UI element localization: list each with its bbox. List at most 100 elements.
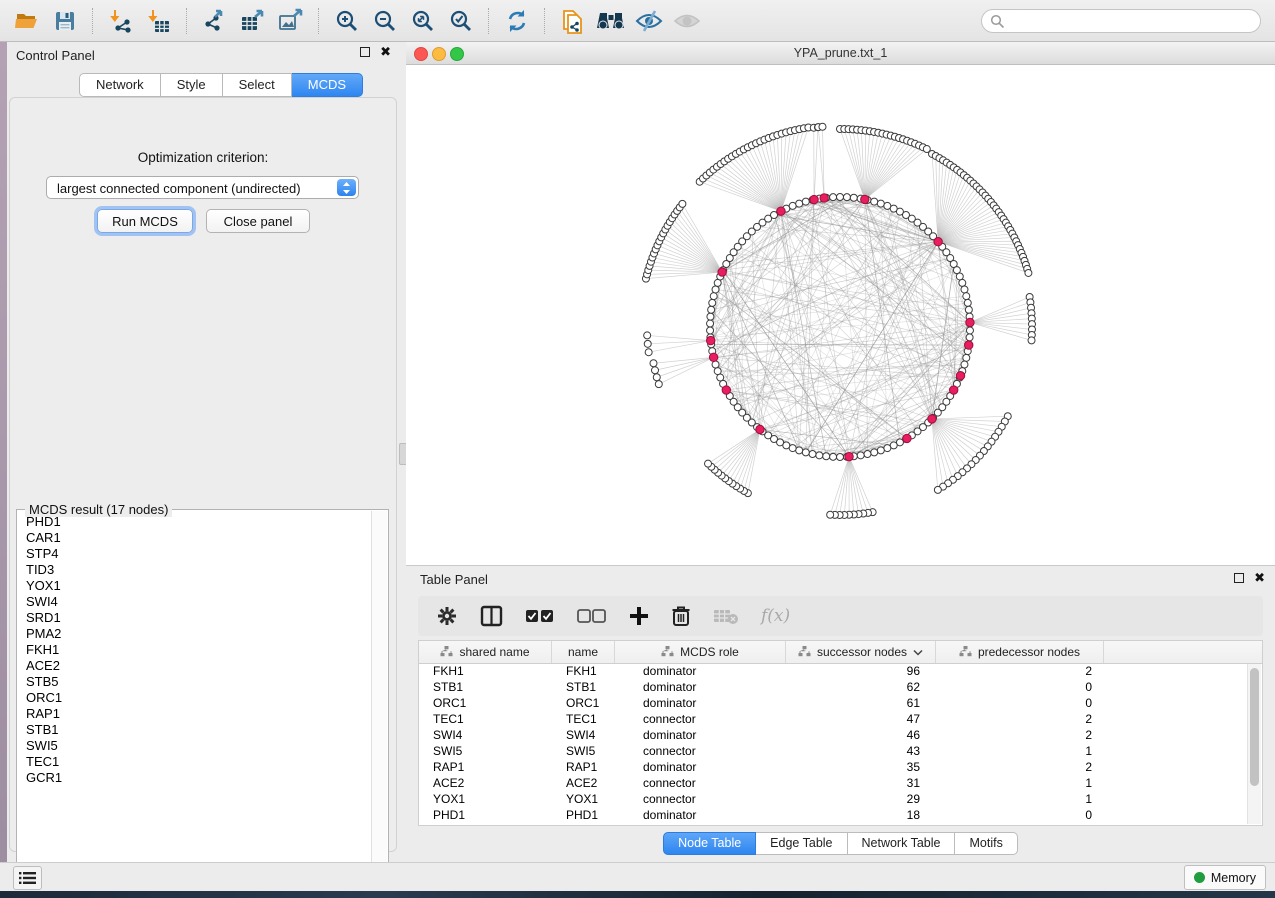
mcds-hub-node[interactable] [718, 268, 726, 276]
mcds-hub-node[interactable] [956, 371, 964, 379]
cell-predecessor-nodes[interactable]: 2 [936, 664, 1104, 678]
network-node[interactable] [827, 511, 834, 518]
network-node[interactable] [830, 194, 837, 201]
network-node[interactable] [959, 279, 966, 286]
network-node[interactable] [963, 354, 970, 361]
network-node[interactable] [843, 194, 850, 201]
network-node[interactable] [802, 449, 809, 456]
close-icon[interactable]: ✖ [380, 47, 391, 57]
cell-successor-nodes[interactable]: 61 [786, 696, 936, 710]
table-options-gear-icon[interactable] [436, 605, 458, 627]
import-table-button[interactable] [142, 5, 176, 37]
mcds-result-item[interactable]: STB5 [18, 674, 370, 690]
cell-successor-nodes[interactable]: 31 [786, 776, 936, 790]
cell-MCDS-role[interactable]: connector [615, 744, 786, 758]
table-row[interactable]: SWI5SWI5connector431 [419, 743, 1248, 759]
network-node[interactable] [707, 313, 714, 320]
table-row[interactable]: TEC1TEC1connector472 [419, 711, 1248, 727]
table-row[interactable]: RAP1RAP1dominator352 [419, 759, 1248, 775]
tab-select[interactable]: Select [223, 73, 292, 97]
cell-successor-nodes[interactable]: 47 [786, 712, 936, 726]
network-node[interactable] [802, 198, 809, 205]
cell-shared-name[interactable]: ACE2 [419, 776, 552, 790]
network-node[interactable] [963, 293, 970, 300]
zoom-in-button[interactable] [330, 5, 364, 37]
network-node[interactable] [871, 449, 878, 456]
network-node[interactable] [961, 286, 968, 293]
mcds-result-item[interactable]: SWI4 [18, 594, 370, 610]
import-network-button[interactable] [104, 5, 138, 37]
cell-shared-name[interactable]: SWI5 [419, 744, 552, 758]
cell-name[interactable]: ORC1 [552, 696, 615, 710]
delete-column-icon[interactable] [671, 605, 691, 627]
cell-name[interactable]: STB1 [552, 680, 615, 694]
duplicate-network-button[interactable] [556, 5, 590, 37]
cell-shared-name[interactable]: ORC1 [419, 696, 552, 710]
table-row[interactable]: YOX1YOX1connector291 [419, 791, 1248, 807]
cell-predecessor-nodes[interactable]: 2 [936, 712, 1104, 726]
mcds-result-item[interactable]: PMA2 [18, 626, 370, 642]
cell-predecessor-nodes[interactable]: 0 [936, 696, 1104, 710]
export-network-button[interactable] [198, 5, 232, 37]
cell-name[interactable]: FKH1 [552, 664, 615, 678]
network-node[interactable] [966, 327, 973, 334]
mcds-hub-node[interactable] [928, 415, 936, 423]
network-canvas[interactable] [406, 64, 1275, 565]
network-node[interactable] [964, 299, 971, 306]
tab-style[interactable]: Style [161, 73, 223, 97]
cell-shared-name[interactable]: STB1 [419, 680, 552, 694]
cell-name[interactable]: TEC1 [552, 712, 615, 726]
network-node[interactable] [864, 451, 871, 458]
cell-MCDS-role[interactable]: dominator [615, 728, 786, 742]
network-node[interactable] [655, 381, 662, 388]
network-node[interactable] [837, 454, 844, 461]
close-panel-button[interactable]: Close panel [206, 209, 310, 233]
cell-shared-name[interactable]: PHD1 [419, 808, 552, 822]
network-node[interactable] [816, 452, 823, 459]
export-table-button[interactable] [236, 5, 270, 37]
mcds-result-item[interactable]: PHD1 [18, 514, 370, 530]
cell-name[interactable]: ACE2 [552, 776, 615, 790]
network-node[interactable] [961, 361, 968, 368]
network-node[interactable] [679, 200, 686, 207]
float-window-icon[interactable] [1234, 573, 1244, 583]
network-node[interactable] [819, 123, 826, 130]
mcds-result-item[interactable]: ACE2 [18, 658, 370, 674]
zoom-out-button[interactable] [368, 5, 402, 37]
cell-successor-nodes[interactable]: 18 [786, 808, 936, 822]
network-node[interactable] [934, 486, 941, 493]
mcds-result-item[interactable]: GCR1 [18, 770, 370, 786]
tab-network[interactable]: Network [79, 73, 161, 97]
cell-shared-name[interactable]: TEC1 [419, 712, 552, 726]
select-all-icon[interactable] [525, 608, 555, 624]
network-node[interactable] [965, 306, 972, 313]
network-node[interactable] [714, 368, 721, 375]
cell-name[interactable]: SWI4 [552, 728, 615, 742]
cell-shared-name[interactable]: FKH1 [419, 664, 552, 678]
cell-name[interactable]: YOX1 [552, 792, 615, 806]
network-node[interactable] [1025, 269, 1032, 276]
mcds-hub-node[interactable] [903, 434, 911, 442]
tab-motifs[interactable]: Motifs [955, 832, 1017, 855]
network-node[interactable] [707, 320, 714, 327]
cell-predecessor-nodes[interactable]: 1 [936, 776, 1104, 790]
mcds-hub-node[interactable] [965, 341, 973, 349]
network-node[interactable] [796, 447, 803, 454]
network-node[interactable] [708, 306, 715, 313]
mcds-hub-node[interactable] [756, 425, 764, 433]
cell-successor-nodes[interactable]: 43 [786, 744, 936, 758]
cell-predecessor-nodes[interactable]: 2 [936, 728, 1104, 742]
table-row[interactable]: PHD1PHD1dominator180 [419, 807, 1248, 823]
network-node[interactable] [966, 334, 973, 341]
cell-name[interactable]: PHD1 [552, 808, 615, 822]
cell-MCDS-role[interactable]: dominator [615, 696, 786, 710]
cell-predecessor-nodes[interactable]: 1 [936, 744, 1104, 758]
hide-details-button[interactable] [632, 5, 666, 37]
network-node[interactable] [644, 332, 651, 339]
mcds-hub-node[interactable] [934, 238, 942, 246]
network-node[interactable] [651, 367, 658, 374]
table-row[interactable]: ACE2ACE2connector311 [419, 775, 1248, 791]
cell-predecessor-nodes[interactable]: 0 [936, 680, 1104, 694]
network-node[interactable] [1028, 337, 1035, 344]
cell-predecessor-nodes[interactable]: 2 [936, 760, 1104, 774]
